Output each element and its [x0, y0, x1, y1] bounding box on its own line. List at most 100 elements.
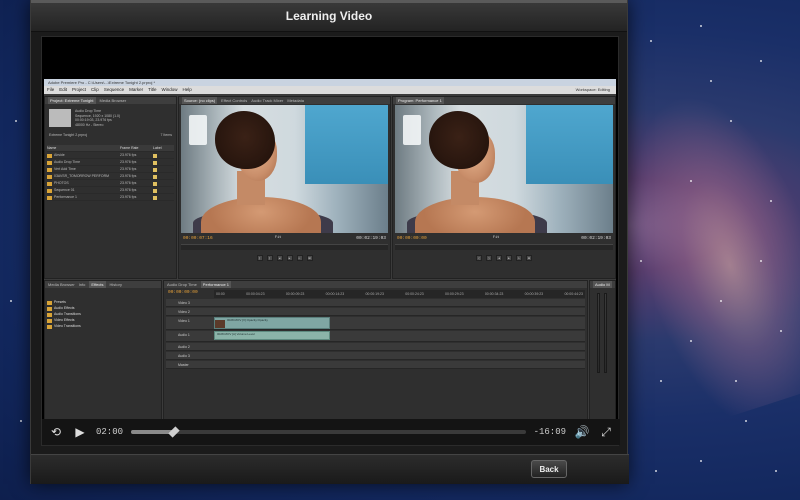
- effects-item[interactable]: Video Transitions: [47, 323, 81, 329]
- column-name: Name: [47, 146, 57, 150]
- play-button[interactable]: ▸: [506, 255, 512, 261]
- star: [690, 180, 692, 182]
- premiere-menu-window[interactable]: Window: [161, 86, 177, 94]
- timeline-track[interactable]: Master: [166, 361, 585, 369]
- window-top-strip: [31, 0, 627, 3]
- project-list: Name Frame Rate Label Airside 23.976 fps A…: [47, 145, 174, 201]
- back-button[interactable]: Back: [531, 460, 567, 478]
- timeline-ruler-tick: 00:00:14:23: [325, 292, 345, 296]
- step-back-button[interactable]: ◂: [496, 255, 502, 261]
- tab-media-browser: Media Browser: [48, 282, 75, 287]
- track-label: Video 2: [178, 310, 190, 314]
- progress-knob[interactable]: [168, 426, 181, 438]
- premiere-menu-sequence[interactable]: Sequence: [104, 86, 124, 94]
- project-item-name: Airside: [54, 153, 65, 157]
- video-player[interactable]: Adobe Premiere Pro - C:\Users\...\Extrem…: [41, 36, 620, 446]
- timeline-track[interactable]: Video 3: [166, 299, 585, 307]
- star: [20, 420, 22, 422]
- project-item-rate: 23.976 fps: [120, 195, 137, 199]
- folder-icon: [47, 312, 52, 317]
- scene-window: [403, 115, 421, 145]
- step-forward-button[interactable]: ▹: [516, 255, 522, 261]
- rewind-30-icon[interactable]: ⟲: [48, 425, 64, 439]
- tab-info: Info: [78, 282, 86, 287]
- label-swatch: [153, 195, 157, 200]
- premiere-menu-edit[interactable]: Edit: [59, 86, 67, 94]
- mark-out-button[interactable]: }: [266, 255, 273, 261]
- source-timecode-out: 00:02:19:03: [356, 236, 386, 241]
- premiere-menu-clip[interactable]: Clip: [91, 86, 99, 94]
- folder-icon: [47, 300, 52, 305]
- program-ruler[interactable]: [395, 244, 613, 250]
- star: [780, 330, 782, 332]
- star: [655, 470, 657, 472]
- mark-in-button[interactable]: {: [476, 255, 482, 261]
- project-list-item[interactable]: Sequence 01 23.976 fps: [47, 187, 174, 194]
- source-ruler[interactable]: [181, 244, 388, 250]
- premiere-menu-file[interactable]: File: [47, 86, 54, 94]
- column-label: Label: [153, 146, 162, 150]
- tab-sequence-performance: Performance 1: [200, 281, 232, 288]
- timeline-track[interactable]: Audio 2: [166, 343, 585, 351]
- label-swatch: [153, 188, 157, 193]
- premiere-titlebar: Adobe Premiere Pro - C:\Users\...\Extrem…: [44, 79, 616, 86]
- tab-project: Project: Extreme Tonight: [48, 97, 96, 104]
- mark-in-button[interactable]: {: [256, 255, 263, 261]
- program-timecode-out: 00:02:19:03: [581, 236, 611, 241]
- timeline-ruler-tick: 00:00: [216, 292, 225, 296]
- play-icon[interactable]: ▶: [72, 425, 88, 439]
- timeline-ruler[interactable]: 00:00 00:00:04:23 00:00:09:23 00:00:14:23 00…: [214, 290, 585, 298]
- star: [710, 80, 712, 82]
- project-list-item[interactable]: 03AVSR_TOMORROW PERFORM 23.976 fps: [47, 173, 174, 180]
- fullscreen-icon[interactable]: ⤢: [598, 425, 614, 440]
- project-list-item[interactable]: Audio Drop Time 23.976 fps: [47, 159, 174, 166]
- star: [660, 380, 662, 382]
- insert-button[interactable]: ⊞: [306, 255, 313, 261]
- project-item-name: Sequence 01: [54, 188, 75, 192]
- progress-scrubber[interactable]: [131, 426, 526, 438]
- star: [730, 120, 732, 122]
- play-button[interactable]: ▸: [286, 255, 293, 261]
- step-forward-button[interactable]: ▹: [296, 255, 303, 261]
- timeline-ruler-tick: 00:00:39:23: [524, 292, 544, 296]
- project-panel: Project: Extreme Tonight Media Browser A…: [44, 96, 177, 279]
- timeline-ruler-tick: 00:00:04:23: [246, 292, 265, 296]
- video-clip[interactable]: 0028.MOV [V] Opacity:Opacity: [214, 317, 330, 329]
- source-fit[interactable]: Fit: [275, 236, 281, 240]
- timeline-ruler-tick: 00:00:09:23: [285, 292, 305, 296]
- audio-clip[interactable]: 0028.MOV [A] Volume:Level: [214, 331, 330, 340]
- audio-meter-panel: Audio M: [589, 280, 616, 437]
- player-controls: ⟲ ▶ 02:00 -16:09 🔊 ⤢: [42, 419, 620, 445]
- timeline-ruler-tick: 00:00:34:23: [484, 292, 504, 296]
- program-fit[interactable]: Fit: [493, 236, 499, 240]
- project-list-item[interactable]: Vert Add Time 23.976 fps: [47, 166, 174, 173]
- premiere-menu-help[interactable]: Help: [182, 86, 191, 94]
- scene-cabinet: [525, 105, 613, 185]
- project-item-rate: 23.976 fps: [120, 160, 137, 164]
- premiere-menu-title[interactable]: Title: [148, 86, 156, 94]
- premiere-menu-marker[interactable]: Marker: [129, 86, 143, 94]
- project-item-rate: 23.976 fps: [120, 167, 137, 171]
- star: [760, 260, 762, 262]
- mark-out-button[interactable]: }: [486, 255, 492, 261]
- bottom-bar: Back: [31, 454, 629, 484]
- audio-meter-tabs: Audio M: [590, 281, 615, 288]
- effects-list: Presets Audio Effects Audio Transitions Vid…: [47, 299, 81, 329]
- star: [745, 420, 747, 422]
- star: [720, 300, 722, 302]
- premiere-menu-project[interactable]: Project: [72, 86, 86, 94]
- timeline-timecode: 00:00:00:00: [168, 290, 198, 295]
- project-list-item[interactable]: Airside 23.976 fps: [47, 152, 174, 159]
- lift-button[interactable]: ⊟: [526, 255, 532, 261]
- project-item-name: PHOTOS: [54, 181, 69, 185]
- volume-icon[interactable]: 🔊: [574, 425, 590, 439]
- project-list-item[interactable]: Performance 1 23.976 fps: [47, 194, 174, 201]
- tab-history: History: [109, 282, 122, 287]
- star: [690, 340, 692, 342]
- video-frame[interactable]: Adobe Premiere Pro - C:\Users\...\Extrem…: [44, 79, 616, 437]
- project-list-item[interactable]: PHOTOS 23.976 fps: [47, 180, 174, 187]
- project-item-name: 03AVSR_TOMORROW PERFORM: [54, 174, 110, 178]
- timeline-track[interactable]: Audio 3: [166, 352, 585, 360]
- timeline-track[interactable]: Video 2: [166, 308, 585, 316]
- step-back-button[interactable]: ◂: [276, 255, 283, 261]
